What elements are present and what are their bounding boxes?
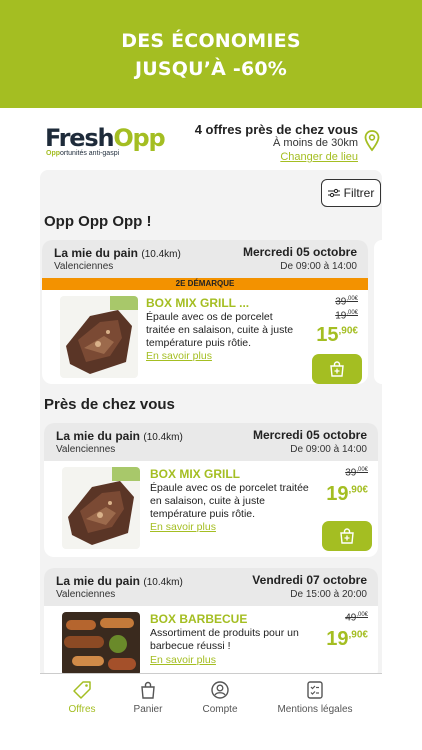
product-image — [62, 612, 140, 676]
add-to-cart-button[interactable] — [322, 521, 372, 551]
banner-line-2: JUSQU’À -60% — [134, 58, 288, 80]
original-price: 39,00€ — [335, 296, 358, 308]
location-info: 4 offres près de chez vous À moins de 30… — [195, 122, 358, 164]
product-description: Épaule avec os de porcelet traitée en sal… — [150, 482, 309, 520]
checklist-icon — [307, 681, 323, 699]
product-name: BOX BARBECUE — [150, 612, 248, 626]
discounted-price: 19,90€ — [326, 628, 368, 650]
learn-more-link[interactable]: En savoir plus — [150, 654, 216, 666]
product-image — [60, 296, 138, 378]
markdown-badge: 2E DÉMARQUE — [42, 278, 368, 290]
filter-button[interactable]: Filtrer — [321, 179, 381, 207]
app-screen: FreshOpp Opportunités anti-gaspi 4 offre… — [0, 108, 422, 750]
distance-label: À moins de 30km — [273, 137, 358, 149]
add-to-bag-icon — [330, 361, 344, 377]
account-icon — [211, 681, 229, 699]
section-title-nearby: Près de chez vous — [44, 396, 175, 413]
bottom-tab-bar: Offres Panier Compte Mentions légales — [40, 673, 382, 725]
filter-label: Filtrer — [343, 186, 375, 200]
tag-icon — [73, 681, 91, 699]
promo-banner: DES ÉCONOMIES JUSQU’À -60% — [0, 0, 422, 108]
learn-more-link[interactable]: En savoir plus — [146, 350, 212, 362]
product-name: BOX MIX GRILL — [150, 467, 240, 481]
bag-icon — [141, 681, 155, 699]
offers-list[interactable]: Filtrer Opp Opp Opp ! La mie du pain (10… — [40, 170, 382, 678]
previous-price: 19,00€ — [335, 310, 358, 322]
tab-compte[interactable]: Compte — [192, 680, 248, 715]
offer-card[interactable]: La mie du pain (10.4km) Valenciennes Mer… — [44, 423, 378, 557]
filter-icon — [327, 188, 340, 198]
product-description: Épaule avec os de porcelet traitée en sal… — [146, 311, 294, 349]
location-pin-icon[interactable] — [364, 130, 380, 152]
product-image — [62, 467, 140, 549]
learn-more-link[interactable]: En savoir plus — [150, 521, 216, 533]
add-to-cart-button[interactable] — [312, 354, 362, 384]
product-description: Assortiment de produits pour un barbecue … — [150, 627, 299, 652]
add-to-bag-icon — [340, 528, 354, 544]
banner-line-1: DES ÉCONOMIES — [121, 30, 301, 52]
original-price: 49,00€ — [345, 612, 368, 624]
tab-panier[interactable]: Panier — [124, 680, 172, 715]
next-card-peek[interactable] — [374, 240, 382, 384]
card-header: La mie du pain (10.4km) Valenciennes Mer… — [44, 423, 378, 461]
change-location-link[interactable]: Changer de lieu — [195, 150, 358, 164]
tab-offres[interactable]: Offres — [58, 680, 106, 715]
card-header: La mie du pain (10.4km) Valenciennes Mer… — [42, 240, 368, 278]
discounted-price: 19,90€ — [326, 483, 368, 505]
offer-card[interactable]: La mie du pain (10.4km) Valenciennes Mer… — [42, 240, 368, 384]
product-name: BOX MIX GRILL ... — [146, 296, 250, 310]
discounted-price: 15,90€ — [316, 324, 358, 346]
offers-count: 4 offres près de chez vous — [194, 122, 358, 137]
section-title-opp: Opp Opp Opp ! — [44, 213, 152, 230]
freshopp-logo: FreshOpp Opportunités anti-gaspi — [45, 124, 166, 157]
offer-card[interactable]: La mie du pain (10.4km) Valenciennes Ven… — [44, 568, 378, 678]
card-header: La mie du pain (10.4km) Valenciennes Ven… — [44, 568, 378, 606]
tab-mentions-legales[interactable]: Mentions légales — [272, 680, 358, 715]
original-price: 39,00€ — [345, 467, 368, 479]
